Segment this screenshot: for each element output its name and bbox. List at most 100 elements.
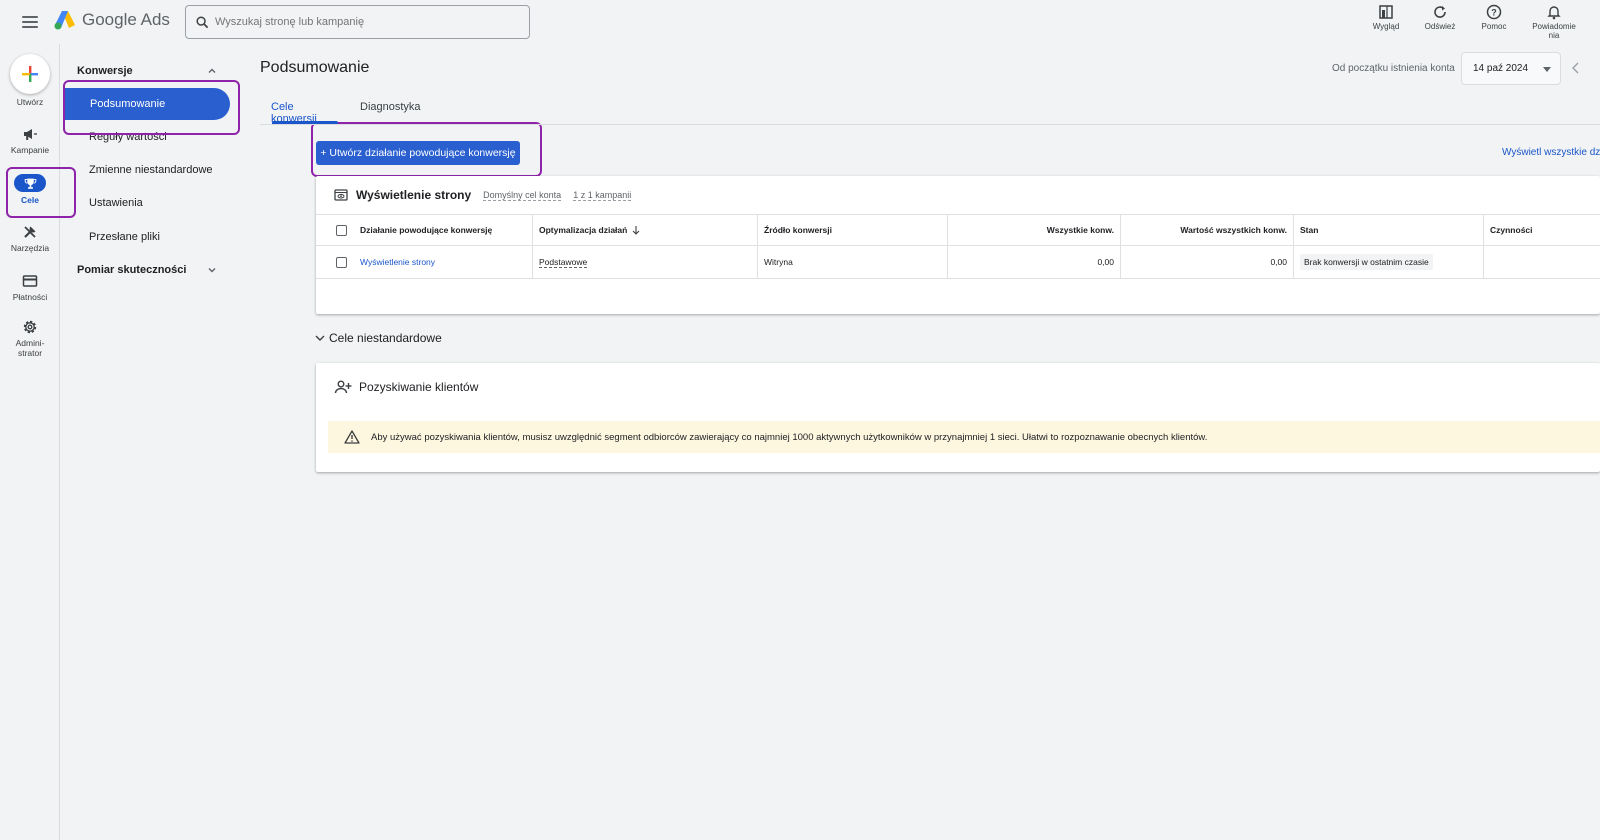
- warning-icon: [344, 430, 360, 444]
- custom-goals-label: Cele niestandardowe: [329, 331, 442, 345]
- rail-billing[interactable]: Płatności: [0, 273, 60, 302]
- nav-item-custom-variables[interactable]: Zmienne niestandardowe: [89, 164, 213, 176]
- rail-create[interactable]: Utwórz: [0, 54, 60, 107]
- menu-icon[interactable]: [20, 12, 40, 32]
- collapse-button[interactable]: [1570, 60, 1582, 79]
- warning-text: Aby używać pozyskiwania klientów, musisz…: [371, 431, 1208, 443]
- rail-admin-label-1: Admini-: [15, 338, 45, 348]
- date-range-label: Od początku istnienia konta: [1332, 63, 1455, 74]
- ads-logo-icon: [54, 11, 75, 30]
- chevron-up-icon: [208, 68, 216, 73]
- row-cell-source: Witryna: [757, 246, 947, 278]
- row-cell-optimization: Podstawowe: [532, 246, 757, 278]
- search-input[interactable]: [215, 16, 515, 28]
- custom-goals-toggle[interactable]: Cele niestandardowe: [314, 331, 442, 345]
- chevron-down-icon: [208, 268, 216, 273]
- default-goal-link[interactable]: Domyślny cel konta: [483, 190, 562, 201]
- header-cell-optimization[interactable]: Optymalizacja działań: [532, 215, 757, 245]
- goal-card-header: Wyświetlenie strony Domyślny cel konta 1…: [334, 188, 632, 202]
- trophy-icon: [24, 178, 36, 189]
- refresh-button[interactable]: Odśwież: [1420, 4, 1460, 40]
- help-icon: ?: [1486, 4, 1502, 20]
- app-name: Google Ads: [82, 10, 170, 29]
- appearance-icon: [1379, 5, 1393, 19]
- rail-goals-label: Cele: [21, 195, 39, 205]
- acquisition-card-title: Pozyskiwanie klientów: [359, 380, 479, 394]
- chevron-left-icon: [1572, 62, 1579, 74]
- nav-item-summary[interactable]: Podsumowanie: [64, 88, 230, 120]
- help-label: Pomoc: [1481, 22, 1507, 31]
- nav-item-settings[interactable]: Ustawienia: [89, 197, 143, 209]
- caret-down-icon: [1543, 67, 1551, 72]
- row-cell-actions: [1483, 246, 1600, 278]
- header-cell-all-conv: Wszystkie konw.: [947, 215, 1120, 245]
- nav-group-measurement-label: Pomiar skuteczności: [77, 264, 187, 276]
- rail-campaigns-label: Kampanie: [10, 145, 50, 155]
- chevron-down-icon: [315, 335, 325, 341]
- status-badge: Brak konwersji w ostatnim czasie: [1300, 254, 1433, 270]
- bell-icon: [1547, 6, 1561, 20]
- tools-icon: [24, 226, 36, 238]
- rail-campaigns[interactable]: Kampanie: [0, 126, 60, 155]
- nav-item-uploads[interactable]: Przesłane pliki: [89, 231, 160, 243]
- megaphone-icon: [24, 129, 37, 140]
- refresh-icon: [1434, 6, 1446, 18]
- create-button[interactable]: [10, 54, 50, 94]
- optimization-value[interactable]: Podstawowe: [539, 257, 588, 268]
- top-bar: Google Ads Wygląd Odśwież: [0, 0, 1600, 44]
- rail-goals[interactable]: Cele: [0, 174, 60, 205]
- nav-group-conversions[interactable]: Konwersje: [77, 65, 217, 77]
- row-checkbox[interactable]: [335, 256, 347, 268]
- page-view-icon: [334, 189, 348, 201]
- header-cell-status: Stan: [1293, 215, 1483, 245]
- header-optimization-label: Optymalizacja działań: [539, 225, 628, 235]
- nav-group-measurement[interactable]: Pomiar skuteczności: [77, 264, 217, 276]
- acquisition-card-header: Pozyskiwanie klientów: [334, 380, 478, 394]
- person-add-icon: [334, 380, 352, 394]
- rail-admin-label-2: strator: [17, 348, 43, 358]
- rail-tools[interactable]: Narzędzia: [0, 224, 60, 253]
- tab-diagnostics[interactable]: Diagnostyka: [360, 101, 421, 113]
- goals-pill: [14, 174, 46, 192]
- rail-admin[interactable]: Admini- strator: [0, 319, 60, 358]
- search-box[interactable]: [185, 5, 530, 39]
- rail-tools-label: Narzędzia: [10, 243, 50, 253]
- view-all-link[interactable]: Wyświetl wszystkie dział: [1502, 147, 1600, 158]
- select-all-checkbox[interactable]: [335, 224, 347, 236]
- gear-icon: [23, 320, 37, 334]
- rail-create-label: Utwórz: [16, 97, 44, 107]
- tabs-divider: [260, 124, 1600, 125]
- acquisition-card: Pozyskiwanie klientów Aby używać pozyski…: [316, 363, 1600, 472]
- conversion-action-link[interactable]: Wyświetlenie strony: [360, 257, 435, 267]
- warning-banner: Aby używać pozyskiwania klientów, musisz…: [328, 421, 1600, 453]
- help-button[interactable]: ? Pomoc: [1474, 4, 1514, 40]
- goal-card: Wyświetlenie strony Domyślny cel konta 1…: [316, 176, 1600, 314]
- campaigns-link[interactable]: 1 z 1 kampanii: [573, 190, 632, 201]
- section-nav: Konwersje Podsumowanie Reguły wartości Z…: [61, 44, 241, 840]
- row-cell-all-conv: 0,00: [947, 246, 1120, 278]
- appearance-button[interactable]: Wygląd: [1366, 4, 1406, 40]
- credit-card-icon: [22, 275, 38, 287]
- plus-icon: [22, 66, 38, 82]
- svg-text:?: ?: [1491, 8, 1497, 18]
- header-cell-action: Działanie powodujące konwersję: [360, 225, 493, 235]
- table-row: Wyświetlenie strony Podstawowe Witryna 0…: [316, 246, 1600, 279]
- appearance-label: Wygląd: [1372, 22, 1400, 31]
- row-cell-select: [328, 246, 354, 278]
- notifications-button[interactable]: Powiadomie nia: [1528, 4, 1580, 40]
- header-cell-actions: Czynności: [1483, 215, 1600, 245]
- sort-arrow-down-icon: [632, 226, 640, 235]
- notifications-label: Powiadomie nia: [1532, 22, 1576, 40]
- row-cell-all-conv-value: 0,00: [1120, 246, 1293, 278]
- left-rail: Utwórz Kampanie Cele Narzędzia Płatności…: [0, 44, 60, 840]
- create-conversion-button[interactable]: + Utwórz działanie powodujące konwersję: [316, 141, 520, 165]
- date-value: 14 paź 2024: [1473, 63, 1529, 74]
- row-cell-action: Wyświetlenie strony: [354, 246, 528, 278]
- nav-item-value-rules[interactable]: Reguły wartości: [89, 131, 167, 143]
- search-icon: [196, 15, 209, 28]
- google-ads-logo[interactable]: Google Ads: [54, 10, 170, 30]
- page-title: Podsumowanie: [260, 59, 370, 76]
- refresh-label: Odśwież: [1424, 22, 1456, 31]
- nav-group-conversions-label: Konwersje: [77, 65, 133, 77]
- date-range-select[interactable]: 14 paź 2024: [1461, 52, 1561, 85]
